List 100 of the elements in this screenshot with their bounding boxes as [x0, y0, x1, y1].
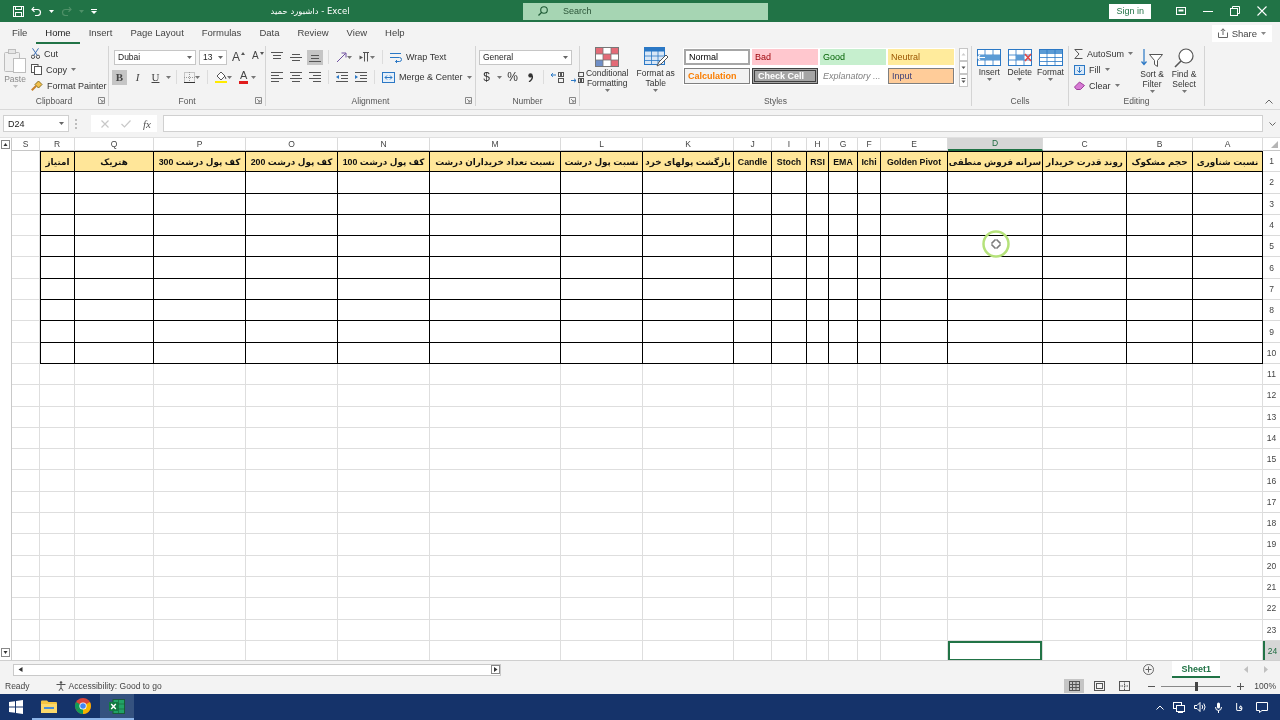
- decrease-decimal-button[interactable]: [569, 69, 586, 85]
- column-header[interactable]: Q: [75, 138, 154, 151]
- close-icon[interactable]: [1257, 6, 1267, 16]
- normal-view-button[interactable]: [1064, 679, 1085, 693]
- underline-button[interactable]: U: [148, 69, 163, 85]
- search-field[interactable]: Search: [523, 2, 768, 20]
- sort-filter-button[interactable]: Sort & Filter: [1137, 46, 1168, 93]
- cell-style[interactable]: Neutral: [888, 49, 954, 65]
- scroll-left-icon[interactable]: [17, 666, 24, 673]
- scroll-down-icon[interactable]: [1, 648, 10, 657]
- decrease-indent-button[interactable]: [334, 69, 350, 85]
- increase-indent-button[interactable]: [353, 69, 369, 85]
- text-direction-button[interactable]: [357, 49, 377, 65]
- dialog-launcher-icon[interactable]: [569, 97, 576, 104]
- grow-font-button[interactable]: A: [230, 49, 247, 65]
- zoom-slider-thumb[interactable]: [1195, 681, 1199, 691]
- left-align-button[interactable]: [269, 69, 285, 85]
- sheet-tab[interactable]: Sheet1: [1172, 661, 1220, 678]
- number-format-box[interactable]: General: [479, 49, 572, 65]
- orientation-button[interactable]: [334, 49, 354, 65]
- more-styles-icon[interactable]: [959, 74, 968, 87]
- sign-in-button[interactable]: Sign in: [1109, 3, 1151, 19]
- bold-button[interactable]: B: [112, 69, 127, 85]
- chevron-up-icon[interactable]: [1156, 704, 1165, 710]
- name-box[interactable]: D24: [3, 115, 69, 132]
- font-size-box[interactable]: 13: [199, 49, 227, 65]
- center-align-button[interactable]: [288, 69, 304, 85]
- network-icon[interactable]: [1173, 701, 1186, 713]
- column-header[interactable]: E: [881, 138, 948, 151]
- minimize-icon[interactable]: [1203, 10, 1213, 12]
- undo-icon[interactable]: [31, 6, 42, 16]
- cell-style[interactable]: Normal: [684, 49, 750, 65]
- italic-button[interactable]: I: [130, 69, 145, 85]
- ribbon-tab[interactable]: Review: [288, 22, 338, 44]
- collapse-ribbon-icon[interactable]: [1265, 99, 1273, 104]
- speaker-icon[interactable]: [1194, 702, 1207, 712]
- ribbon-tab[interactable]: Page Layout: [121, 22, 193, 44]
- horizontal-scrollbar[interactable]: [13, 663, 501, 676]
- scroll-up-icon[interactable]: [1, 140, 10, 149]
- dialog-launcher-icon[interactable]: [255, 97, 262, 104]
- restore-icon[interactable]: [1230, 6, 1240, 16]
- selected-cell[interactable]: [948, 640, 1043, 660]
- column-header[interactable]: I: [772, 138, 807, 151]
- right-align-button[interactable]: [307, 69, 323, 85]
- ribbon-tab[interactable]: Help: [376, 22, 414, 44]
- ribbon-tab[interactable]: Insert: [79, 22, 122, 44]
- delete-cells-button[interactable]: Delete: [1005, 46, 1035, 81]
- cell-style[interactable]: Bad: [752, 49, 818, 65]
- vertical-scrollbar[interactable]: [0, 138, 12, 660]
- expand-icon[interactable]: [1269, 121, 1276, 126]
- column-header[interactable]: S: [12, 138, 40, 151]
- column-header[interactable]: P: [154, 138, 246, 151]
- language-indicator[interactable]: فا: [1235, 701, 1243, 713]
- column-header[interactable]: C: [1043, 138, 1127, 151]
- windows-logo-icon[interactable]: [9, 700, 23, 714]
- cell-style[interactable]: Explanatory ...: [820, 68, 886, 84]
- currency-button[interactable]: $: [479, 69, 494, 85]
- insert-cells-button[interactable]: Insert: [975, 46, 1004, 81]
- accessibility-status[interactable]: Accessibility: Good to go: [68, 681, 162, 691]
- format-painter-button[interactable]: Format Painter: [29, 79, 109, 92]
- percent-button[interactable]: %: [505, 69, 520, 85]
- column-header[interactable]: K: [643, 138, 734, 151]
- column-header[interactable]: O: [246, 138, 338, 151]
- column-header[interactable]: D: [948, 138, 1043, 151]
- column-header[interactable]: A: [1193, 138, 1263, 151]
- fill-button[interactable]: Fill: [1072, 63, 1136, 76]
- font-name-box[interactable]: Dubai: [114, 49, 196, 65]
- ribbon-tab[interactable]: Data: [250, 22, 289, 44]
- ribbon-tab[interactable]: Formulas: [192, 22, 251, 44]
- insert-function-button[interactable]: fx: [143, 117, 151, 130]
- notification-icon[interactable]: [1256, 701, 1268, 713]
- wrap-text-button[interactable]: Wrap Text: [388, 50, 449, 64]
- shrink-font-button[interactable]: A: [250, 49, 266, 65]
- add-sheet-icon[interactable]: [1143, 664, 1155, 675]
- cell-style[interactable]: Good: [820, 49, 886, 65]
- autosum-button[interactable]: AutoSum: [1072, 47, 1136, 60]
- share-button[interactable]: Share: [1211, 24, 1272, 42]
- cell-style[interactable]: Input: [888, 68, 954, 84]
- save-icon[interactable]: [13, 5, 24, 17]
- fill-color-button[interactable]: [213, 69, 234, 85]
- zoom-level[interactable]: 100%: [1254, 681, 1276, 691]
- increase-decimal-button[interactable]: [549, 69, 566, 85]
- dialog-launcher-icon[interactable]: [465, 97, 472, 104]
- column-header[interactable]: B: [1127, 138, 1193, 151]
- column-header[interactable]: G: [829, 138, 858, 151]
- ribbon-display-icon[interactable]: [1176, 7, 1186, 15]
- customize-icon[interactable]: [91, 8, 97, 14]
- microphone-icon[interactable]: [1215, 701, 1223, 713]
- formula-input[interactable]: [162, 115, 1263, 132]
- format-as-table-button[interactable]: Format as Table: [633, 46, 678, 92]
- copy-button[interactable]: Copy: [29, 63, 109, 76]
- taskbar-app[interactable]: [100, 694, 134, 720]
- column-header[interactable]: R: [40, 138, 75, 151]
- format-cells-button[interactable]: Format: [1036, 46, 1065, 81]
- column-header[interactable]: J: [734, 138, 772, 151]
- conditional-formatting-button[interactable]: Conditional Formatting: [583, 46, 632, 92]
- merge-center-button[interactable]: Merge & Center: [380, 70, 474, 84]
- column-header[interactable]: M: [430, 138, 561, 151]
- clear-button[interactable]: Clear: [1072, 79, 1136, 92]
- cut-button[interactable]: Cut: [29, 47, 109, 60]
